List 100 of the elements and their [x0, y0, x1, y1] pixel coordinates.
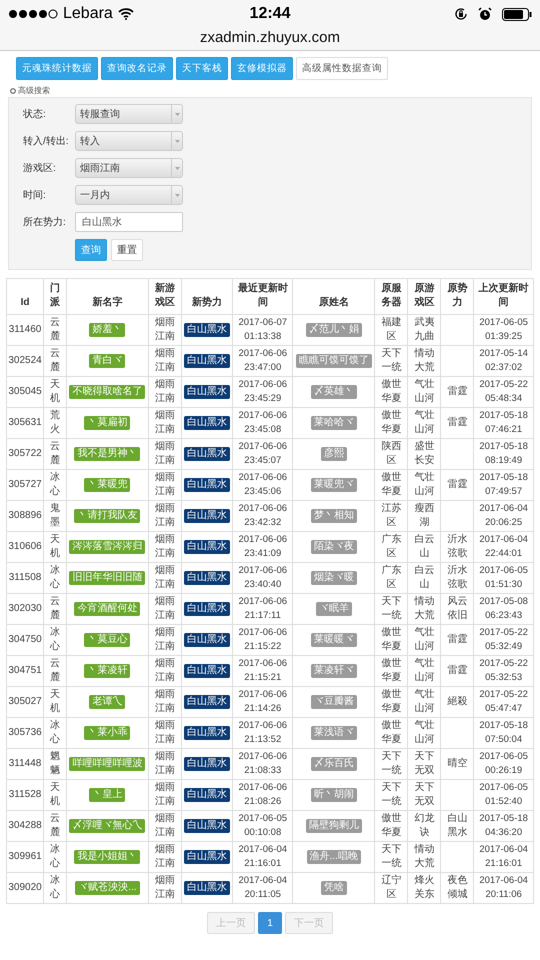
- dropdown-select[interactable]: 烟雨江南: [75, 158, 183, 178]
- table-cell: 傲世华夏: [374, 470, 408, 500]
- table-cell: 305027: [6, 686, 44, 718]
- table-cell: 2017-05-22 05:32:53: [474, 656, 534, 686]
- table-cell: 福建区: [374, 314, 408, 346]
- table-cell: 2017-06-05 01:39:25: [474, 314, 534, 346]
- table-cell: 气壮山河: [408, 686, 441, 718]
- panel-legend: 高级搜索: [18, 87, 50, 95]
- select-value: 转入: [80, 134, 100, 148]
- table-cell: 烟雨江南: [148, 686, 182, 718]
- table-cell: 2017-06-04 22:44:01: [474, 532, 534, 562]
- old-name-tag: ヾ眠羊: [316, 602, 352, 616]
- table-cell: 2017-05-22 05:47:47: [474, 686, 534, 718]
- old-name-tag: 渔舟...唱晚: [306, 850, 361, 864]
- column-header: Id: [6, 278, 44, 314]
- page-button[interactable]: 1: [258, 912, 282, 934]
- column-header: 原姓名: [292, 278, 375, 314]
- table-cell: 311508: [6, 562, 44, 594]
- tab[interactable]: 玄修模拟器: [231, 57, 293, 80]
- faction-tag: 白山黑水: [184, 757, 230, 771]
- table-cell: 瘦西湖: [408, 500, 441, 532]
- table-cell: 晴空: [440, 748, 474, 780]
- faction-tag: 白山黑水: [184, 850, 230, 864]
- table-cell: 305722: [6, 438, 44, 470]
- search-button[interactable]: 查询: [75, 239, 107, 261]
- tab[interactable]: 元魂珠统计数据: [16, 57, 98, 80]
- table-cell: 絕殺: [440, 686, 474, 718]
- table-cell: 雷霆: [440, 656, 474, 686]
- table-cell: 冰心: [44, 872, 66, 904]
- faction-tag: 白山黑水: [184, 540, 230, 554]
- faction-tag: 白山黑水: [184, 385, 230, 399]
- new-name-tag: 丶莫豆心: [84, 633, 130, 647]
- table-cell: 广东区: [374, 562, 408, 594]
- table-cell: 烟雨江南: [148, 718, 182, 748]
- table-cell: 2017-06-06 23:45:07: [232, 438, 293, 470]
- tab[interactable]: 高级属性数据查询: [296, 57, 388, 80]
- table-cell: 2017-06-04 21:16:01: [474, 842, 534, 872]
- new-name-tag: 不晓得取啥名了: [69, 385, 146, 399]
- faction-tag: 白山黑水: [184, 881, 230, 895]
- wifi-icon: [118, 8, 134, 20]
- table-cell: 武夷九曲: [408, 314, 441, 346]
- table-cell: 天机: [44, 780, 66, 810]
- table-cell: 鬼墨: [44, 500, 66, 532]
- table-cell: 气壮山河: [408, 656, 441, 686]
- table-cell: 2017-06-04 21:16:01: [232, 842, 293, 872]
- table-cell: 烟雨江南: [148, 656, 182, 686]
- column-header: 最近更新时间: [232, 278, 293, 314]
- table-cell: 311528: [6, 780, 44, 810]
- table-cell: 傲世华夏: [374, 408, 408, 438]
- old-name-tag: 烟染ヾ暖: [310, 571, 357, 585]
- table-cell: 气壮山河: [408, 470, 441, 500]
- table-cell: 304750: [6, 624, 44, 656]
- select-value: 转服查询: [80, 108, 120, 121]
- table-cell: 309961: [6, 842, 44, 872]
- table-cell: 烟雨江南: [148, 346, 182, 376]
- tab[interactable]: 查询改名记录: [101, 57, 173, 80]
- table-cell: 烟雨江南: [148, 314, 182, 346]
- new-name-tag: ヾ赋苍泱泱...: [75, 881, 140, 895]
- table-cell: 烟雨江南: [148, 780, 182, 810]
- table-cell: 云麓: [44, 656, 66, 686]
- input-field[interactable]: 白山黑水: [75, 212, 183, 232]
- table-cell: 305727: [6, 470, 44, 500]
- table-cell: 2017-06-06 21:13:52: [232, 718, 293, 748]
- caret-icon: [174, 166, 180, 170]
- alarm-clock-icon: [478, 7, 492, 21]
- table-cell: 雷霆: [440, 408, 474, 438]
- dropdown-select[interactable]: 转入: [75, 131, 183, 151]
- reset-button[interactable]: 重置: [111, 239, 143, 261]
- dropdown-select[interactable]: 一月内: [75, 185, 183, 205]
- tab[interactable]: 天下客栈: [176, 57, 228, 80]
- caret-icon: [174, 112, 180, 116]
- url-address: zxadmin.zhuyux.com: [200, 28, 340, 48]
- table-cell: 天机: [44, 532, 66, 562]
- new-name-tag: 丶莫扁初: [84, 416, 130, 430]
- table-cell: 2017-06-06 23:45:06: [232, 470, 293, 500]
- table-cell: 305631: [6, 408, 44, 438]
- old-name-tag: 莱哈哈ヾ: [310, 416, 357, 430]
- table-cell: 2017-06-06 21:15:21: [232, 656, 293, 686]
- table-cell: 傲世华夏: [374, 718, 408, 748]
- table-cell: 2017-06-04 20:11:06: [474, 872, 534, 904]
- table-cell: 2017-06-06 23:42:32: [232, 500, 293, 532]
- faction-tag: 白山黑水: [184, 819, 230, 833]
- table-cell: 魍魉: [44, 748, 66, 780]
- table-cell: 天机: [44, 686, 66, 718]
- table-cell: 盛世长安: [408, 438, 441, 470]
- table-cell: 天下一统: [374, 346, 408, 376]
- table-cell: 情动大荒: [408, 842, 441, 872]
- caret-icon: [174, 194, 180, 196]
- old-name-tag: 莱暖兜ヾ: [310, 478, 357, 492]
- table-cell: 304288: [6, 810, 44, 842]
- old-name-tag: 梦丶相知: [310, 509, 357, 523]
- table-cell: 情动大荒: [408, 346, 441, 376]
- table-cell: 310606: [6, 532, 44, 562]
- dropdown-select[interactable]: 转服查询: [75, 104, 183, 124]
- radio-icon: [10, 88, 16, 94]
- faction-tag: 白山黑水: [184, 726, 230, 740]
- column-header: 新名字: [66, 278, 149, 314]
- table-cell: 2017-06-06 23:45:08: [232, 408, 293, 438]
- table-cell: 沂水弦歌: [440, 532, 474, 562]
- faction-tag: 白山黑水: [184, 695, 230, 709]
